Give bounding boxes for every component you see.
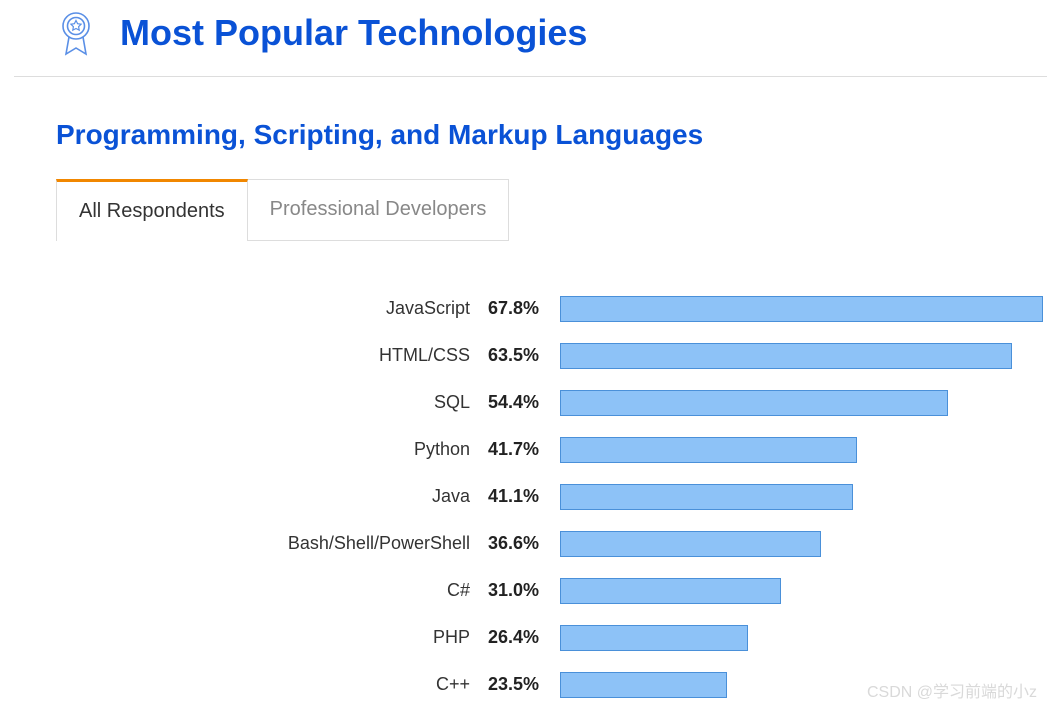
bar-fill[interactable] <box>560 484 853 510</box>
bar-label: PHP <box>0 627 488 648</box>
bar-percent: 41.7% <box>488 439 560 460</box>
bar-row: Python 41.7% <box>0 426 1043 473</box>
bar-track <box>560 531 1043 557</box>
bar-percent: 31.0% <box>488 580 560 601</box>
bar-row: SQL 54.4% <box>0 379 1043 426</box>
bar-row: JavaScript 67.8% <box>0 285 1043 332</box>
bar-fill[interactable] <box>560 531 821 557</box>
bar-fill[interactable] <box>560 390 948 416</box>
bar-track <box>560 390 1043 416</box>
bar-row: Java 41.1% <box>0 473 1043 520</box>
bar-label: HTML/CSS <box>0 345 488 366</box>
bar-track <box>560 296 1043 322</box>
bar-percent: 23.5% <box>488 674 560 695</box>
bar-track <box>560 672 1043 698</box>
bar-label: Bash/Shell/PowerShell <box>0 533 488 554</box>
bar-label: C# <box>0 580 488 601</box>
bar-row: HTML/CSS 63.5% <box>0 332 1043 379</box>
bar-chart: JavaScript 67.8% HTML/CSS 63.5% SQL 54.4… <box>0 285 1061 708</box>
bar-row: PHP 26.4% <box>0 614 1043 661</box>
bar-fill[interactable] <box>560 296 1043 322</box>
bar-row: C++ 23.5% <box>0 661 1043 708</box>
bar-row: Bash/Shell/PowerShell 36.6% <box>0 520 1043 567</box>
tab-all-respondents[interactable]: All Respondents <box>56 179 248 241</box>
ribbon-award-icon <box>56 10 96 58</box>
bar-row: C# 31.0% <box>0 567 1043 614</box>
bar-track <box>560 343 1043 369</box>
tab-professional-developers[interactable]: Professional Developers <box>248 179 510 241</box>
tabs: All Respondents Professional Developers <box>56 179 1061 241</box>
bar-fill[interactable] <box>560 343 1012 369</box>
bar-fill[interactable] <box>560 578 781 604</box>
bar-fill[interactable] <box>560 625 748 651</box>
bar-percent: 36.6% <box>488 533 560 554</box>
bar-label: Python <box>0 439 488 460</box>
bar-track <box>560 437 1043 463</box>
bar-percent: 41.1% <box>488 486 560 507</box>
bar-label: C++ <box>0 674 488 695</box>
bar-percent: 67.8% <box>488 298 560 319</box>
bar-label: JavaScript <box>0 298 488 319</box>
page-title: Most Popular Technologies <box>120 12 587 54</box>
bar-track <box>560 484 1043 510</box>
section-title: Programming, Scripting, and Markup Langu… <box>0 77 1061 179</box>
bar-label: Java <box>0 486 488 507</box>
bar-fill[interactable] <box>560 672 727 698</box>
bar-track <box>560 625 1043 651</box>
bar-track <box>560 578 1043 604</box>
bar-percent: 63.5% <box>488 345 560 366</box>
bar-percent: 54.4% <box>488 392 560 413</box>
bar-label: SQL <box>0 392 488 413</box>
bar-percent: 26.4% <box>488 627 560 648</box>
bar-fill[interactable] <box>560 437 857 463</box>
header: Most Popular Technologies <box>14 0 1047 77</box>
